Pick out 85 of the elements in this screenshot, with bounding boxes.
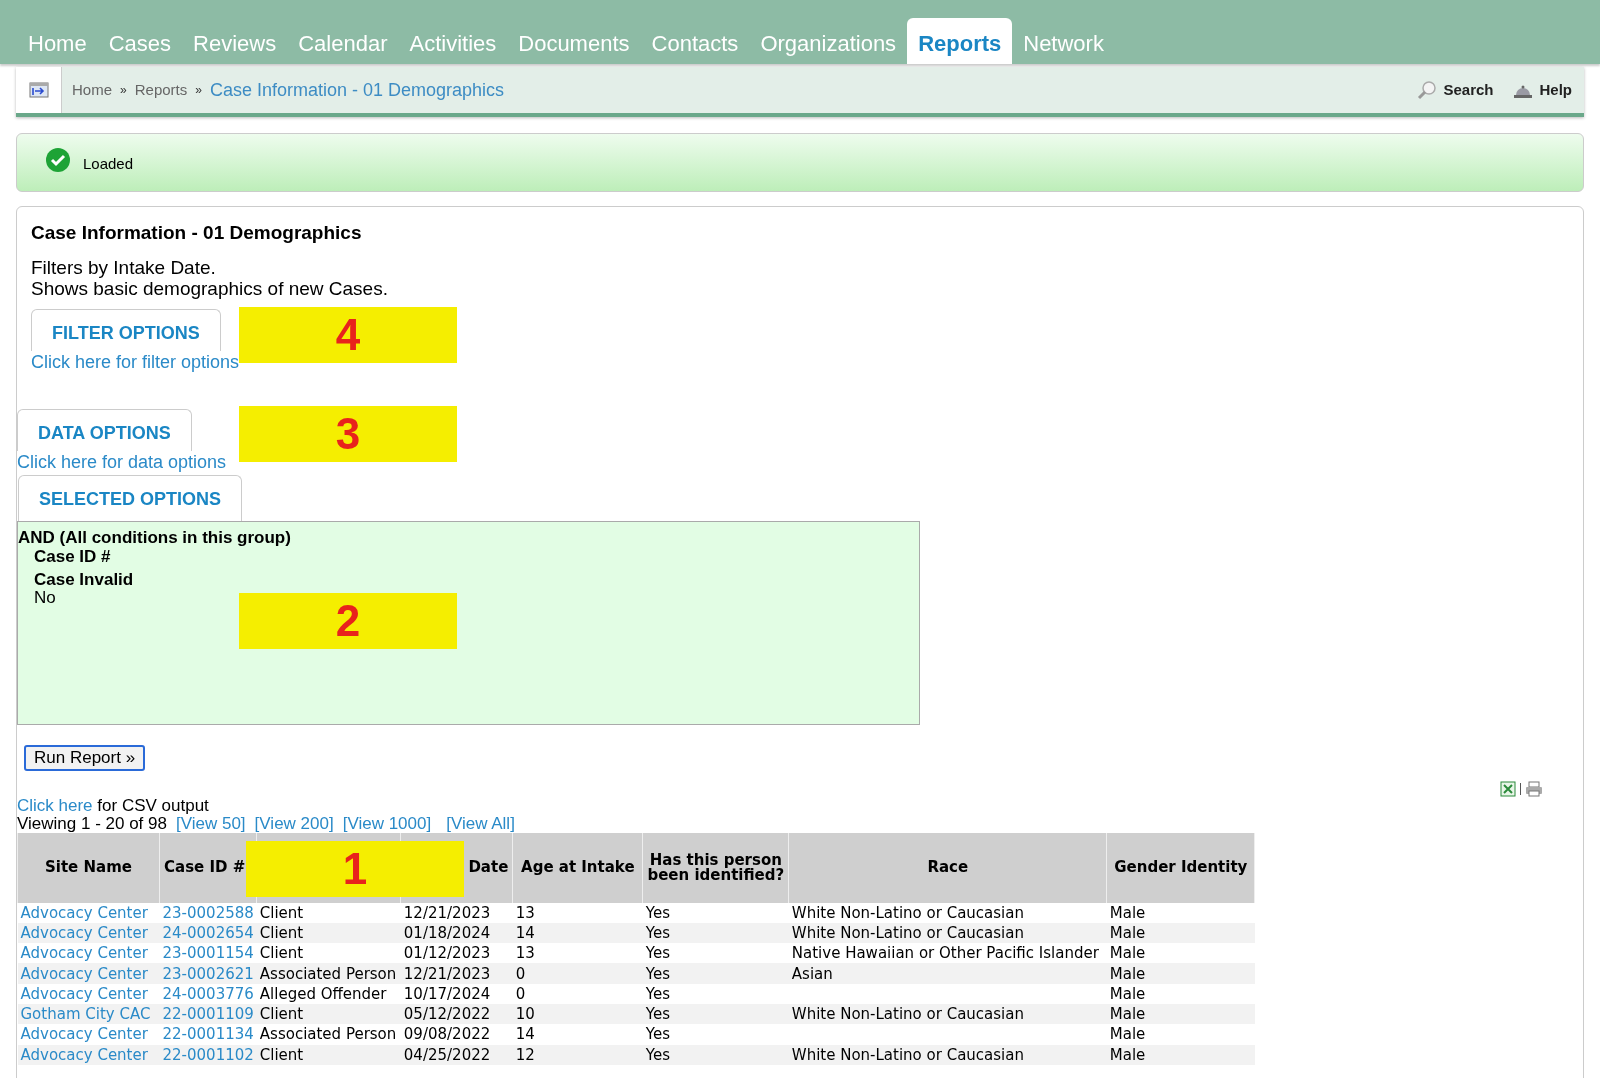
nav-tab[interactable]: Contacts	[640, 18, 750, 64]
table-cell: Male	[1106, 1024, 1255, 1045]
search-icon	[1417, 80, 1438, 100]
table-cell: Male	[1106, 943, 1255, 964]
spreadsheet-icon[interactable]	[1500, 780, 1516, 797]
csv-text: for CSV output	[97, 795, 209, 815]
table-cell[interactable]: 23-0001154	[159, 943, 257, 964]
nav-tab[interactable]: Documents	[507, 18, 641, 64]
column-header: Has this person been identified?	[642, 832, 789, 903]
table-cell[interactable]: Gotham City CAC	[17, 1004, 160, 1025]
group-label: AND (All conditions in this group)	[18, 527, 292, 547]
callout-label: 2	[239, 593, 457, 649]
status-message: Loaded	[83, 153, 134, 174]
nav-tab[interactable]: Network	[1012, 18, 1115, 64]
run-report-button[interactable]: Run Report »	[24, 744, 146, 771]
options-tab[interactable]: FILTER OPTIONS	[31, 308, 221, 351]
table-cell: Client	[256, 943, 401, 964]
options-link[interactable]: Click here for filter options	[31, 350, 240, 373]
table-cell: Male	[1106, 963, 1255, 984]
table-cell: 01/12/2023	[400, 943, 513, 964]
table-cell: 14	[512, 1024, 643, 1045]
view-link[interactable]: [View 200]	[254, 814, 334, 833]
report-description: Filters by Intake Date.	[31, 256, 217, 278]
table-cell[interactable]: Advocacy Center	[17, 902, 160, 923]
table-cell[interactable]: Advocacy Center	[17, 1044, 160, 1065]
breadcrumb-separator: »	[120, 82, 127, 99]
nav-tab[interactable]: Organizations	[749, 18, 908, 64]
table-cell[interactable]: Advocacy Center	[17, 983, 160, 1004]
nav-tab[interactable]: Reports	[907, 18, 1013, 64]
table-cell: 13	[512, 943, 643, 964]
table-cell[interactable]: Advocacy Center	[17, 922, 160, 944]
nav-tab[interactable]: Reviews	[182, 18, 288, 64]
callout-label: 3	[239, 406, 457, 462]
table-cell: Yes	[642, 1024, 789, 1045]
nav-tab[interactable]: Home	[17, 18, 98, 64]
condition-field: Case ID #	[34, 546, 111, 566]
view-link[interactable]: [View 50]	[175, 814, 246, 833]
breadcrumb-link[interactable]: Home	[72, 78, 112, 102]
check-icon	[45, 147, 71, 173]
help-link[interactable]: Help	[1513, 78, 1572, 102]
table-cell: 0	[512, 963, 643, 984]
callout-label: 1	[246, 841, 464, 897]
report-description: Shows basic demographics of new Cases.	[31, 277, 389, 299]
nav-tab[interactable]: Calendar	[287, 18, 399, 64]
panel-toggle-icon[interactable]	[28, 82, 49, 98]
condition-value: No	[34, 588, 56, 607]
table-cell: Native Hawaiian or Other Pacific Islander	[788, 943, 1107, 964]
column-header: Case ID #	[159, 832, 257, 903]
table-cell[interactable]: Advocacy Center	[17, 943, 160, 964]
table-cell: Asian	[788, 963, 1107, 984]
search-link[interactable]: Search	[1417, 78, 1494, 102]
table-cell: White Non-Latino or Caucasian	[788, 1044, 1107, 1065]
breadcrumb-current: Case Information - 01 Demographics	[209, 78, 505, 102]
table-cell: 12/21/2023	[400, 963, 513, 984]
nav-tab[interactable]: Cases	[97, 18, 183, 64]
column-header: Site Name	[17, 832, 160, 903]
table-cell: White Non-Latino or Caucasian	[788, 902, 1107, 923]
print-icon[interactable]	[1525, 780, 1543, 797]
table-cell: White Non-Latino or Caucasian	[788, 1004, 1107, 1025]
view-link[interactable]: [View 1000]	[342, 814, 432, 833]
report-title: Case Information - 01 Demographics	[31, 221, 363, 245]
table-cell: Associated Person	[256, 963, 401, 984]
view-link[interactable]: [View All]	[446, 814, 515, 833]
breadcrumb-link[interactable]: Reports	[134, 78, 188, 102]
breadcrumb-separator: »	[195, 82, 202, 99]
table-cell: Yes	[642, 963, 789, 984]
options-link[interactable]: Click here for data options	[17, 450, 227, 473]
table-cell[interactable]: Advocacy Center	[17, 963, 160, 984]
condition-field: Case Invalid	[34, 569, 134, 589]
table-cell[interactable]: 23-0002621	[159, 963, 257, 984]
table-cell[interactable]: Advocacy Center	[17, 1024, 160, 1045]
table-cell[interactable]: 22-0001134	[159, 1024, 257, 1045]
column-header: Age at Intake	[512, 832, 643, 903]
callout-label: 4	[239, 307, 457, 363]
table-cell: 09/08/2022	[400, 1024, 513, 1045]
table-cell: Yes	[642, 943, 789, 964]
options-tab[interactable]: DATA OPTIONS	[17, 408, 192, 451]
options-tab[interactable]: SELECTED OPTIONS	[18, 474, 243, 521]
viewing-count: Viewing 1 - 20 of 98	[17, 814, 167, 833]
column-header: Gender Identity	[1106, 832, 1255, 903]
csv-link[interactable]: Click here	[17, 795, 93, 815]
table-cell: White Non-Latino or Caucasian	[788, 922, 1107, 944]
table-cell: Associated Person	[256, 1024, 401, 1045]
nav-tab[interactable]: Activities	[398, 18, 508, 64]
column-header: Race	[788, 832, 1107, 903]
